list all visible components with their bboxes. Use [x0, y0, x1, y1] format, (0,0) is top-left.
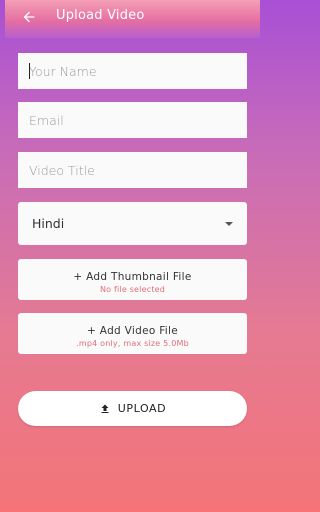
video-title-field-container [18, 152, 247, 188]
upload-icon [101, 404, 109, 413]
add-video-label: + Add Video File [87, 325, 178, 337]
email-input[interactable] [18, 102, 247, 138]
text-caret [29, 63, 30, 79]
thumbnail-status: No file selected [99, 285, 166, 294]
add-thumbnail-button[interactable]: + Add Thumbnail File No file selected [18, 259, 247, 300]
name-field-container [18, 53, 247, 89]
upload-button-label: UPLOAD [117, 402, 167, 415]
dropdown-arrow-icon [225, 222, 233, 226]
add-video-button[interactable]: + Add Video File .mp4 only, max size 5.0… [18, 313, 247, 354]
page-title: Upload Video [56, 8, 145, 23]
app-bar: Upload Video [5, 0, 260, 38]
upload-button[interactable]: UPLOAD [18, 391, 247, 426]
add-thumbnail-label: + Add Thumbnail File [73, 271, 192, 283]
email-field-container [18, 102, 247, 138]
name-input[interactable] [18, 53, 247, 89]
arrow-back-icon[interactable] [21, 9, 37, 25]
video-file-hint: .mp4 only, max size 5.0Mb [76, 339, 189, 348]
language-select[interactable]: Hindi [18, 202, 247, 245]
video-title-input[interactable] [18, 152, 247, 188]
language-select-value: Hindi [32, 216, 65, 231]
